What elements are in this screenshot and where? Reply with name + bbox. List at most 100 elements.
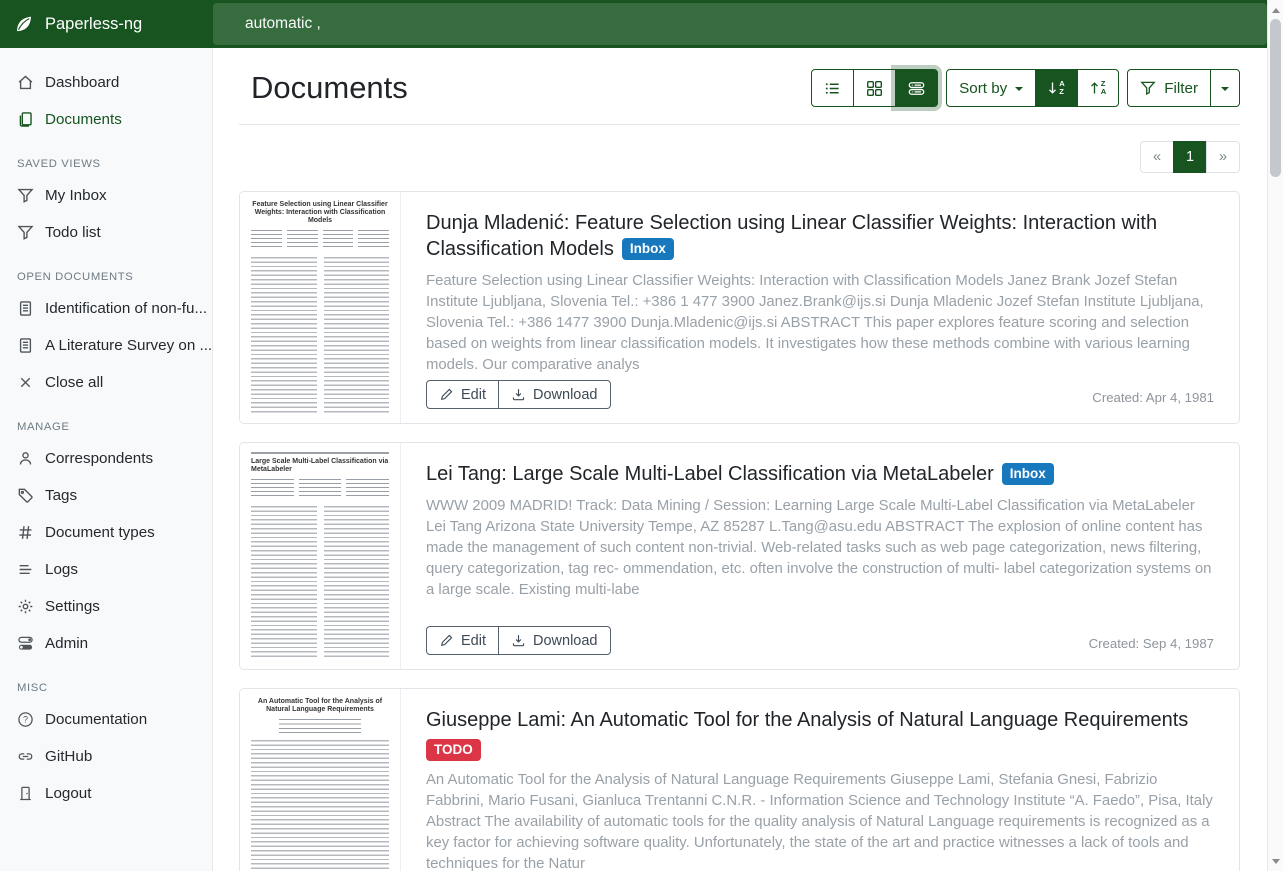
- brand-label: Paperless-ng: [45, 15, 142, 34]
- scrollbar-up-arrow[interactable]: [1268, 2, 1283, 18]
- tag-icon: [17, 487, 34, 504]
- document-thumbnail[interactable]: An Automatic Tool for the Analysis of Na…: [240, 689, 401, 871]
- chevron-down-icon: [1015, 87, 1023, 91]
- files-icon: [17, 111, 34, 128]
- sidebar-item-label: Close all: [45, 372, 103, 393]
- filter-button[interactable]: Filter: [1127, 69, 1211, 107]
- sidebar-section-misc: MISC: [0, 675, 212, 701]
- sort-by-label: Sort by: [959, 80, 1007, 97]
- file-text-icon: [17, 337, 34, 354]
- scrollbar-down-arrow[interactable]: [1268, 853, 1283, 869]
- sort-group: Sort by A Z: [946, 69, 1119, 107]
- sidebar-item-open-doc-2[interactable]: A Literature Survey on ...: [0, 327, 212, 364]
- house-icon: [17, 74, 34, 91]
- sort-descending-button[interactable]: A Z: [1035, 69, 1077, 107]
- document-thumbnail[interactable]: Large Scale Multi-Label Classification v…: [240, 443, 401, 669]
- document-title-link[interactable]: Giuseppe Lami: An Automatic Tool for the…: [426, 707, 1214, 733]
- thumbnail-body: [251, 740, 389, 871]
- person-icon: [17, 450, 34, 467]
- filter-group: Filter: [1127, 69, 1240, 107]
- sidebar-item-github[interactable]: GitHub: [0, 738, 212, 775]
- grid-view-button[interactable]: [853, 69, 896, 107]
- document-title-link[interactable]: Lei Tang: Large Scale Multi-Label Classi…: [426, 461, 1214, 487]
- horizontal-list-icon: [908, 80, 925, 97]
- inbox-tag-badge[interactable]: Inbox: [1002, 463, 1054, 485]
- sort-za-letters: Z A: [1101, 80, 1106, 95]
- sidebar-item-settings[interactable]: Settings: [0, 588, 212, 625]
- funnel-icon: [1140, 80, 1156, 96]
- sidebar-item-label: Correspondents: [45, 448, 153, 469]
- page-scrollbar[interactable]: [1267, 0, 1283, 871]
- sidebar-item-todo-list[interactable]: Todo list: [0, 214, 212, 251]
- sidebar-item-admin[interactable]: Admin: [0, 625, 212, 662]
- edit-button[interactable]: Edit: [426, 626, 499, 655]
- list-view-button[interactable]: [811, 69, 854, 107]
- document-excerpt: An Automatic Tool for the Analysis of Na…: [426, 770, 1214, 871]
- page-title: Documents: [251, 70, 408, 106]
- inbox-tag-badge[interactable]: Inbox: [622, 238, 674, 260]
- arrow-down-icon: [1048, 81, 1057, 95]
- sidebar-item-open-doc-1[interactable]: Identification of non-fu...: [0, 290, 212, 327]
- sidebar-item-label: Document types: [45, 522, 155, 543]
- link-icon: [17, 748, 34, 765]
- grid-icon: [866, 80, 883, 97]
- sidebar-item-my-inbox[interactable]: My Inbox: [0, 177, 212, 214]
- download-icon: [511, 633, 526, 648]
- sidebar-item-close-all[interactable]: Close all: [0, 364, 212, 401]
- filter-dropdown-toggle[interactable]: [1210, 69, 1240, 107]
- sidebar-item-label: Logout: [45, 783, 91, 804]
- funnel-icon: [17, 187, 34, 204]
- todo-tag-badge[interactable]: TODO: [426, 739, 481, 761]
- document-card: Large Scale Multi-Label Classification v…: [239, 442, 1240, 670]
- download-button[interactable]: Download: [498, 380, 611, 409]
- thumbnail-title: An Automatic Tool for the Analysis of Na…: [251, 698, 389, 714]
- pagination-next-button[interactable]: »: [1206, 141, 1240, 173]
- question-circle-icon: ?: [17, 711, 34, 728]
- text-left-icon: [17, 561, 34, 578]
- scrollbar-thumb[interactable]: [1270, 19, 1281, 177]
- funnel-icon: [17, 224, 34, 241]
- download-button[interactable]: Download: [498, 626, 611, 655]
- top-navbar: Paperless-ng: [0, 0, 1267, 48]
- thumbnail-title: Large Scale Multi-Label Classification v…: [251, 458, 389, 474]
- search-input[interactable]: [213, 3, 1267, 45]
- sidebar-item-label: Dashboard: [45, 72, 119, 93]
- sidebar-item-label: GitHub: [45, 746, 92, 767]
- sidebar-item-correspondents[interactable]: Correspondents: [0, 440, 212, 477]
- document-excerpt: Feature Selection using Linear Classifie…: [426, 271, 1214, 376]
- sidebar-item-label: Logs: [45, 559, 78, 580]
- pagination-page-1[interactable]: 1: [1173, 141, 1207, 173]
- sidebar-item-label: Documents: [45, 109, 122, 130]
- sidebar-item-logs[interactable]: Logs: [0, 551, 212, 588]
- document-thumbnail[interactable]: Feature Selection using Linear Classifie…: [240, 192, 401, 423]
- edit-button[interactable]: Edit: [426, 380, 499, 409]
- brand-home-link[interactable]: Paperless-ng: [0, 14, 213, 34]
- sidebar-item-document-types[interactable]: Document types: [0, 514, 212, 551]
- sidebar-item-documents[interactable]: Documents: [0, 101, 212, 138]
- created-date: Created: Sep 4, 1987: [1089, 636, 1214, 655]
- chevron-down-icon: [1221, 87, 1229, 91]
- card-actions: Edit Download: [426, 380, 611, 409]
- sort-by-dropdown[interactable]: Sort by: [946, 69, 1036, 107]
- pagination: « 1 »: [239, 141, 1240, 173]
- sidebar-item-label: Admin: [45, 633, 88, 654]
- svg-text:?: ?: [23, 715, 28, 725]
- thumbnail-title: Feature Selection using Linear Classifie…: [251, 201, 389, 225]
- sort-ascending-button[interactable]: Z A: [1077, 69, 1119, 107]
- sidebar-item-label: Documentation: [45, 709, 147, 730]
- document-title-link[interactable]: Dunja Mladenić: Feature Selection using …: [426, 210, 1214, 262]
- detail-view-button[interactable]: [895, 69, 938, 107]
- sidebar-item-dashboard[interactable]: Dashboard: [0, 64, 212, 101]
- pencil-icon: [439, 633, 454, 648]
- sidebar-section-saved-views: SAVED VIEWS: [0, 151, 212, 177]
- download-icon: [511, 387, 526, 402]
- door-icon: [17, 785, 34, 802]
- filter-label: Filter: [1164, 80, 1198, 97]
- pagination-prev-button[interactable]: «: [1140, 141, 1174, 173]
- created-date: Created: Apr 4, 1981: [1092, 390, 1214, 409]
- card-actions: Edit Download: [426, 626, 611, 655]
- sidebar-item-documentation[interactable]: ? Documentation: [0, 701, 212, 738]
- sidebar-item-logout[interactable]: Logout: [0, 775, 212, 812]
- document-card: An Automatic Tool for the Analysis of Na…: [239, 688, 1240, 871]
- sidebar-item-tags[interactable]: Tags: [0, 477, 212, 514]
